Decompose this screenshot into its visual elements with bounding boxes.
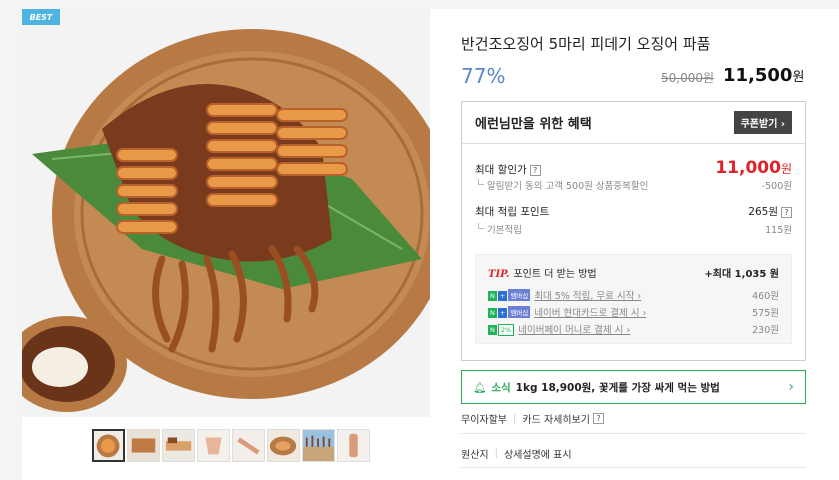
separator: | [513,413,517,424]
separator: | [494,448,498,459]
tip-total: +최대 1,035 원 [704,269,779,280]
tip-value: 230원 [752,325,779,336]
max-discount-price: 11,000원 [715,158,792,178]
squid-plate-illustration [22,9,430,417]
discount-detail-value: -500원 [761,181,792,192]
discount-detail-label: 알림받기 동의 고객 500원 상품중복할인 [475,178,648,192]
product-gallery: BEST [22,9,430,480]
sale-price-unit: 원 [792,70,805,85]
tip-header: TIP. 포인트 더 받는 방법 +최대 1,035 원 [488,265,779,280]
coupon-button[interactable]: 쿠폰받기 › [733,111,792,134]
divider [461,433,806,434]
tip-value: 575원 [752,308,779,319]
product-title: 반건조오징어 5마리 피데기 오징어 파품 [461,35,711,53]
thumbnail[interactable] [267,429,300,462]
product-page: BEST 반건조오징어 5마리 피데기 오징어 파품 77% 50,000원 1… [22,9,839,480]
tip-value: 460원 [752,291,779,302]
max-discount-row: 최대 할인가? 11,000원 [475,158,792,178]
original-price: 50,000원 [661,71,715,85]
tip-title: 포인트 더 받는 방법 [513,269,597,280]
origin-row: 원산지 | 상세설명에 표시 [461,446,572,461]
news-tag: 소식 [491,381,511,394]
membership-badge: 멤버십 [508,289,531,301]
thumbnail[interactable] [127,429,160,462]
card-detail-link[interactable]: 카드 자세히보기 [522,411,590,426]
max-point-value: 265원 [748,206,778,218]
max-discount-value: 11,000 [715,158,781,178]
thumbnail[interactable] [197,429,230,462]
membership-badge: 멤버십 [508,306,531,318]
naver-badge: N [488,291,497,301]
naver-badge: N [488,308,497,318]
help-icon[interactable]: ? [781,207,792,218]
benefit-box: 에런님만을 위한 혜택 쿠폰받기 › 최대 할인가? 11,000원 알림받기 … [461,101,806,361]
news-banner[interactable]: 🔔︎ 소식 1kg 18,900원, 꽃게를 가장 싸게 먹는 방법 › [461,370,806,404]
base-point-label: 기본적립 [475,222,522,236]
tip-item: N + 멤버십 네이버 현대카드로 결제 시 › 575원 [488,305,779,319]
thumbnail[interactable] [162,429,195,462]
thumbnail-strip [92,429,370,462]
tip-item: N + 멤버십 최대 5% 적립, 무료 시작 › 460원 [488,288,779,302]
thumbnail[interactable] [232,429,265,462]
origin-value: 상세설명에 표시 [503,450,572,461]
origin-label: 원산지 [461,450,489,461]
max-point-row: 최대 적립 포인트 265원? [475,204,792,219]
point-tip-box: TIP. 포인트 더 받는 방법 +최대 1,035 원 N + 멤버십 최대 5% … [475,254,792,344]
benefit-header: 에런님만을 위한 혜택 쿠폰받기 › [462,102,805,144]
tip-link[interactable]: 최대 5% 적립, 무료 시작 › [534,291,641,302]
plus-badge: + [497,291,508,301]
benefit-title: 에런님만을 위한 혜택 [475,117,592,132]
installment-row: 무이자할부 | 카드 자세히보기 ? [461,411,604,426]
base-point-value: 115원 [765,225,792,236]
thumbnail[interactable] [92,429,125,462]
percent-badge: 2% [497,324,515,336]
discount-detail-row: 알림받기 동의 고객 500원 상품중복할인 -500원 [475,178,792,192]
base-point-row: 기본적립 115원 [475,222,792,236]
chevron-right-icon: › [788,379,794,395]
tip-item: N 2% 네이버페이 머니로 결제 시 › 230원 [488,322,779,336]
best-badge: BEST [22,9,60,25]
naver-badge: N [488,325,497,335]
help-icon[interactable]: ? [529,165,541,176]
tip-link[interactable]: 네이버페이 머니로 결제 시 › [518,325,630,336]
help-icon[interactable]: ? [592,413,604,424]
max-discount-label: 최대 할인가 [475,164,527,176]
max-point-label: 최대 적립 포인트 [475,206,550,218]
sale-price-value: 11,500 [723,65,793,86]
thumbnail[interactable] [302,429,335,462]
installment-label: 무이자할부 [461,415,507,426]
main-product-image[interactable]: BEST [22,9,430,417]
plus-badge: + [497,308,508,318]
discount-rate: 77% [461,64,506,88]
bell-icon: 🔔︎ [473,381,487,394]
max-discount-unit: 원 [780,162,792,176]
sale-price: 11,500원 [723,65,804,86]
tip-tag: TIP. [488,269,510,280]
news-text: 1kg 18,900원, 꽃게를 가장 싸게 먹는 방법 [515,381,720,394]
thumbnail[interactable] [337,429,370,462]
divider [461,467,806,468]
tip-link[interactable]: 네이버 현대카드로 결제 시 › [534,308,646,319]
